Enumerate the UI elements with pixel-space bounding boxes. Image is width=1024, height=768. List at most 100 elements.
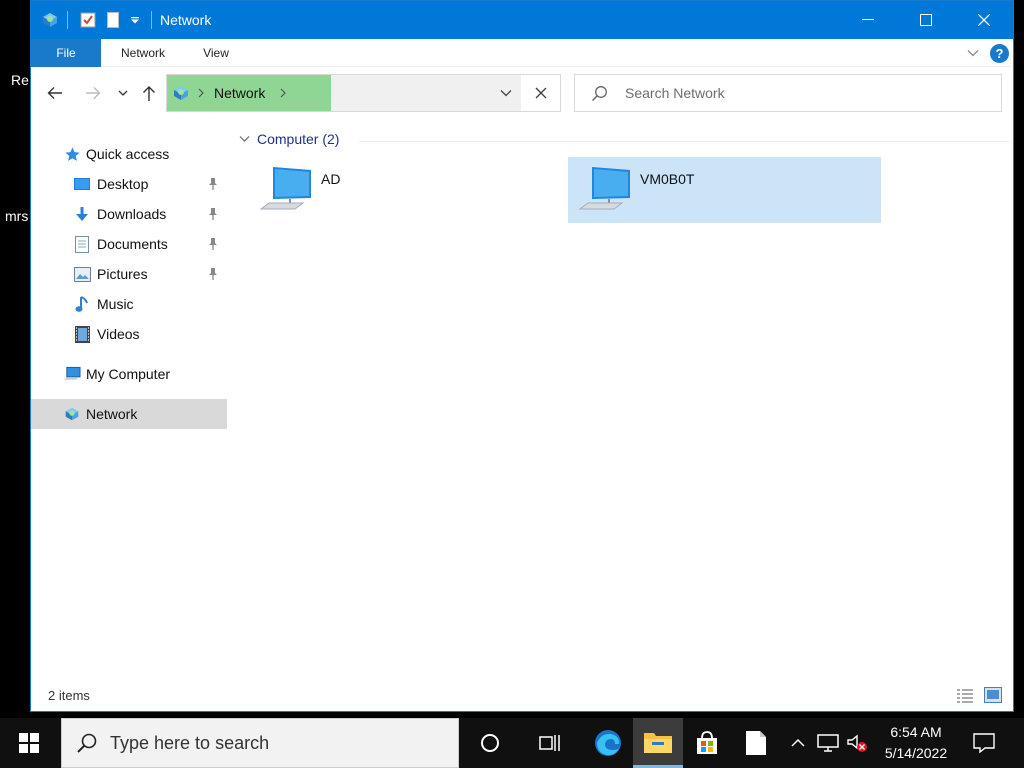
chevron-down-icon[interactable] bbox=[239, 135, 250, 143]
computer-name: AD bbox=[321, 171, 341, 187]
sidebar-item-network[interactable]: Network bbox=[31, 399, 227, 429]
pin-icon[interactable] bbox=[207, 177, 219, 194]
film-strip-icon bbox=[73, 325, 91, 343]
expand-ribbon-icon[interactable] bbox=[967, 46, 979, 64]
sidebar-item-label: Documents bbox=[97, 236, 168, 252]
network-icon[interactable] bbox=[39, 10, 61, 30]
chevron-right-icon[interactable] bbox=[279, 86, 287, 104]
recent-locations-button[interactable] bbox=[111, 81, 135, 105]
divider bbox=[359, 141, 1009, 142]
start-button[interactable] bbox=[4, 718, 54, 768]
new-folder-icon[interactable] bbox=[105, 10, 121, 30]
clock-date: 5/14/2022 bbox=[884, 745, 948, 761]
close-button[interactable] bbox=[955, 1, 1013, 39]
taskbar: Type here to search 6:54 AM 5/14/2022 bbox=[0, 718, 1024, 768]
volume-muted-icon[interactable] bbox=[844, 718, 870, 768]
sidebar-item-label: Music bbox=[97, 296, 134, 312]
document-app-button[interactable] bbox=[733, 718, 779, 768]
maximize-button[interactable] bbox=[897, 1, 955, 39]
music-note-icon bbox=[73, 295, 91, 313]
desktop-icon-label[interactable]: mrs bbox=[5, 208, 28, 224]
pin-icon[interactable] bbox=[207, 267, 219, 284]
item-count: 2 items bbox=[48, 688, 90, 703]
pin-icon[interactable] bbox=[207, 237, 219, 254]
sidebar-item-label: Videos bbox=[97, 326, 140, 342]
network-icon bbox=[63, 405, 81, 423]
chevron-right-icon[interactable] bbox=[197, 86, 205, 104]
search-box[interactable]: Search Network bbox=[574, 74, 1002, 112]
pin-icon[interactable] bbox=[207, 207, 219, 224]
file-explorer-window: Network File Network View ? Network Sear… bbox=[30, 0, 1014, 712]
desktop-icon-label[interactable]: Re bbox=[11, 72, 29, 88]
details-view-icon[interactable] bbox=[956, 688, 974, 709]
computer-tile-vm0b0t[interactable]: VM0B0T bbox=[568, 157, 881, 223]
title-bar: Network bbox=[31, 1, 1013, 39]
cortana-button[interactable] bbox=[466, 718, 514, 768]
task-view-button[interactable] bbox=[526, 718, 574, 768]
status-bar: 2 items bbox=[31, 683, 1013, 711]
desktop-icon bbox=[73, 175, 91, 193]
file-list: Computer (2) AD VM0B0T bbox=[231, 121, 1011, 681]
tab-view[interactable]: View bbox=[191, 39, 241, 67]
window-title: Network bbox=[160, 12, 212, 28]
separator bbox=[151, 11, 152, 29]
forward-button[interactable] bbox=[81, 81, 105, 105]
large-icons-view-icon[interactable] bbox=[984, 687, 1002, 708]
document-icon bbox=[73, 235, 91, 253]
folder-icon bbox=[643, 729, 673, 760]
star-icon bbox=[63, 145, 81, 163]
computer-name: VM0B0T bbox=[640, 171, 695, 187]
group-header-label: Computer (2) bbox=[257, 131, 340, 147]
taskbar-search-input[interactable]: Type here to search bbox=[110, 733, 269, 754]
download-arrow-icon bbox=[73, 205, 91, 223]
computer-icon bbox=[63, 365, 81, 383]
navigation-pane: Quick access Desktop Downloads Documents… bbox=[31, 121, 227, 681]
sidebar-item-pictures[interactable]: Pictures bbox=[31, 259, 227, 289]
pictures-icon bbox=[73, 265, 91, 283]
sidebar-item-music[interactable]: Music bbox=[31, 289, 227, 319]
back-button[interactable] bbox=[43, 81, 67, 105]
file-explorer-taskbar-button[interactable] bbox=[633, 718, 683, 768]
ribbon-tabs: File Network View ? bbox=[31, 39, 1013, 67]
clear-address-button[interactable] bbox=[521, 74, 561, 112]
customize-quick-access-icon[interactable] bbox=[127, 10, 143, 30]
edge-browser-button[interactable] bbox=[584, 718, 632, 768]
sidebar-item-videos[interactable]: Videos bbox=[31, 319, 227, 349]
action-center-button[interactable] bbox=[962, 718, 1006, 768]
clock-time: 6:54 AM bbox=[890, 724, 942, 740]
system-clock[interactable]: 6:54 AM 5/14/2022 bbox=[870, 722, 962, 764]
search-icon bbox=[76, 732, 98, 759]
computer-icon bbox=[578, 165, 634, 220]
sidebar-item-my-computer[interactable]: My Computer bbox=[31, 359, 227, 389]
store-button[interactable] bbox=[683, 718, 731, 768]
sidebar-item-quick-access[interactable]: Quick access bbox=[31, 139, 227, 169]
network-icon bbox=[171, 84, 191, 107]
sidebar-item-label: My Computer bbox=[86, 366, 171, 382]
breadcrumb-network[interactable]: Network bbox=[214, 85, 265, 101]
group-header[interactable]: Computer (2) bbox=[239, 131, 339, 147]
properties-icon[interactable] bbox=[79, 10, 97, 30]
chevron-up-icon[interactable] bbox=[786, 718, 810, 768]
breadcrumb[interactable]: Network bbox=[167, 75, 331, 111]
sidebar-item-documents[interactable]: Documents bbox=[31, 229, 227, 259]
address-bar[interactable]: Network bbox=[166, 74, 561, 112]
sidebar-item-downloads[interactable]: Downloads bbox=[31, 199, 227, 229]
minimize-button[interactable] bbox=[839, 1, 897, 39]
sidebar-item-label: Quick access bbox=[86, 146, 170, 162]
separator bbox=[67, 11, 68, 29]
address-history-dropdown[interactable] bbox=[491, 75, 521, 111]
sidebar-item-desktop[interactable]: Desktop bbox=[31, 169, 227, 199]
computer-tile-ad[interactable]: AD bbox=[249, 157, 562, 223]
taskbar-search-box[interactable]: Type here to search bbox=[61, 718, 459, 768]
tab-network[interactable]: Network bbox=[111, 39, 175, 67]
help-button[interactable]: ? bbox=[990, 44, 1009, 63]
network-status-icon[interactable] bbox=[814, 718, 842, 768]
sidebar-item-label: Pictures bbox=[97, 266, 148, 282]
navigation-bar: Network Search Network bbox=[31, 67, 1013, 119]
sidebar-item-label: Desktop bbox=[97, 176, 149, 192]
tab-file[interactable]: File bbox=[31, 39, 101, 67]
computer-icon bbox=[259, 165, 315, 220]
up-button[interactable] bbox=[137, 81, 161, 105]
search-icon bbox=[591, 85, 608, 107]
search-input[interactable]: Search Network bbox=[625, 85, 725, 101]
